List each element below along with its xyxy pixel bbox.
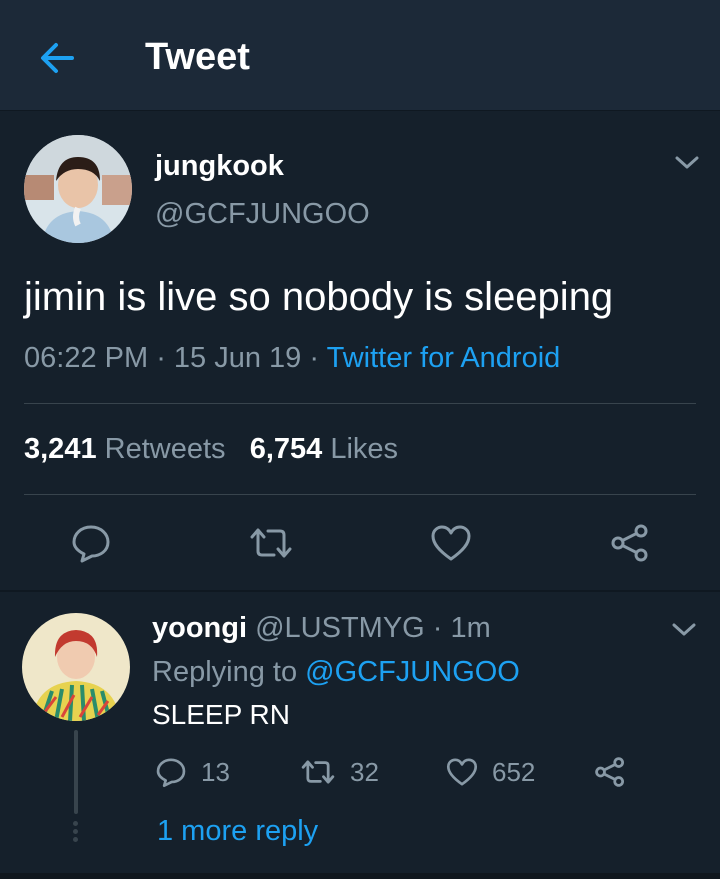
thread-dot	[73, 837, 78, 842]
thread-line	[74, 730, 78, 814]
more-replies-link[interactable]: 1 more reply	[157, 815, 318, 848]
retweets-count: 3,241	[24, 433, 97, 465]
share-icon	[611, 524, 648, 562]
reply-like-button[interactable]: 652	[446, 752, 535, 792]
retweets-label: Retweets	[104, 433, 226, 465]
like-count: 652	[492, 756, 536, 787]
likes-stat[interactable]: 6,754 Likes	[250, 433, 398, 465]
retweets-stat[interactable]: 3,241 Retweets	[24, 433, 226, 465]
reply-text: SLEEP RN	[152, 699, 290, 730]
reply-reply-button[interactable]: 13	[155, 752, 230, 792]
reply-icon	[156, 758, 186, 788]
share-button[interactable]	[610, 524, 650, 567]
reply-handle[interactable]: @LUSTMYG	[255, 612, 425, 644]
meta-separator: ·	[424, 612, 451, 644]
reply-menu-button[interactable]	[670, 620, 698, 645]
chevron-down-icon	[675, 156, 699, 169]
meta-separator: ·	[156, 342, 174, 374]
meta-separator: ·	[309, 342, 327, 374]
tweet-stats: 3,241 Retweets 6,754 Likes	[24, 433, 398, 466]
replying-to: Replying to @GCFJUNGOO	[152, 656, 520, 689]
arrow-left-icon	[41, 43, 74, 73]
retweet-icon	[301, 760, 335, 784]
retweet-button[interactable]	[248, 525, 294, 566]
like-button[interactable]	[430, 524, 472, 567]
author-handle[interactable]: @GCFJUNGOO	[155, 198, 370, 231]
heart-icon	[431, 525, 471, 561]
divider	[24, 403, 696, 404]
reply-icon	[72, 525, 110, 563]
tweet-text: jimin is live so nobody is sleeping	[24, 275, 614, 319]
author-avatar-image	[24, 135, 132, 243]
author-display-name[interactable]: jungkook	[155, 150, 284, 183]
retweet-icon	[250, 528, 292, 558]
reply-button[interactable]	[70, 523, 112, 568]
tweet-menu-button[interactable]	[673, 153, 701, 178]
reply-retweet-button[interactable]: 32	[300, 752, 379, 792]
share-icon	[595, 757, 625, 787]
likes-label: Likes	[330, 433, 399, 465]
likes-count: 6,754	[249, 433, 323, 465]
reply-count: 13	[201, 756, 230, 787]
replying-prefix: Replying to	[152, 656, 298, 688]
avatar[interactable]	[24, 135, 132, 243]
section-divider	[0, 590, 720, 592]
chevron-down-icon	[672, 623, 696, 636]
retweet-count: 32	[350, 756, 379, 787]
page-title: Tweet	[145, 36, 250, 78]
reply-time: 1m	[450, 612, 491, 644]
thread-dot	[73, 829, 78, 834]
tweet-meta: 06:22 PM · 15 Jun 19 · Twitter for Andro…	[24, 342, 560, 375]
reply-header: yoongi @LUSTMYG · 1m	[152, 612, 491, 645]
divider	[24, 494, 696, 495]
reply-avatar[interactable]	[22, 613, 130, 721]
reply-avatar-image	[22, 613, 130, 721]
heart-icon	[446, 758, 478, 786]
bottom-divider	[0, 873, 720, 879]
reply-display-name[interactable]: yoongi	[152, 612, 247, 644]
back-button[interactable]	[38, 38, 78, 78]
tweet-date: 15 Jun 19	[173, 342, 302, 374]
mention-link[interactable]: @GCFJUNGOO	[305, 656, 520, 688]
reply-share-button[interactable]	[594, 752, 626, 792]
thread-dot	[73, 821, 78, 826]
tweet-time: 06:22 PM	[24, 342, 149, 374]
top-app-bar: Tweet	[0, 0, 720, 111]
tweet-client-link[interactable]: Twitter for Android	[327, 342, 561, 374]
